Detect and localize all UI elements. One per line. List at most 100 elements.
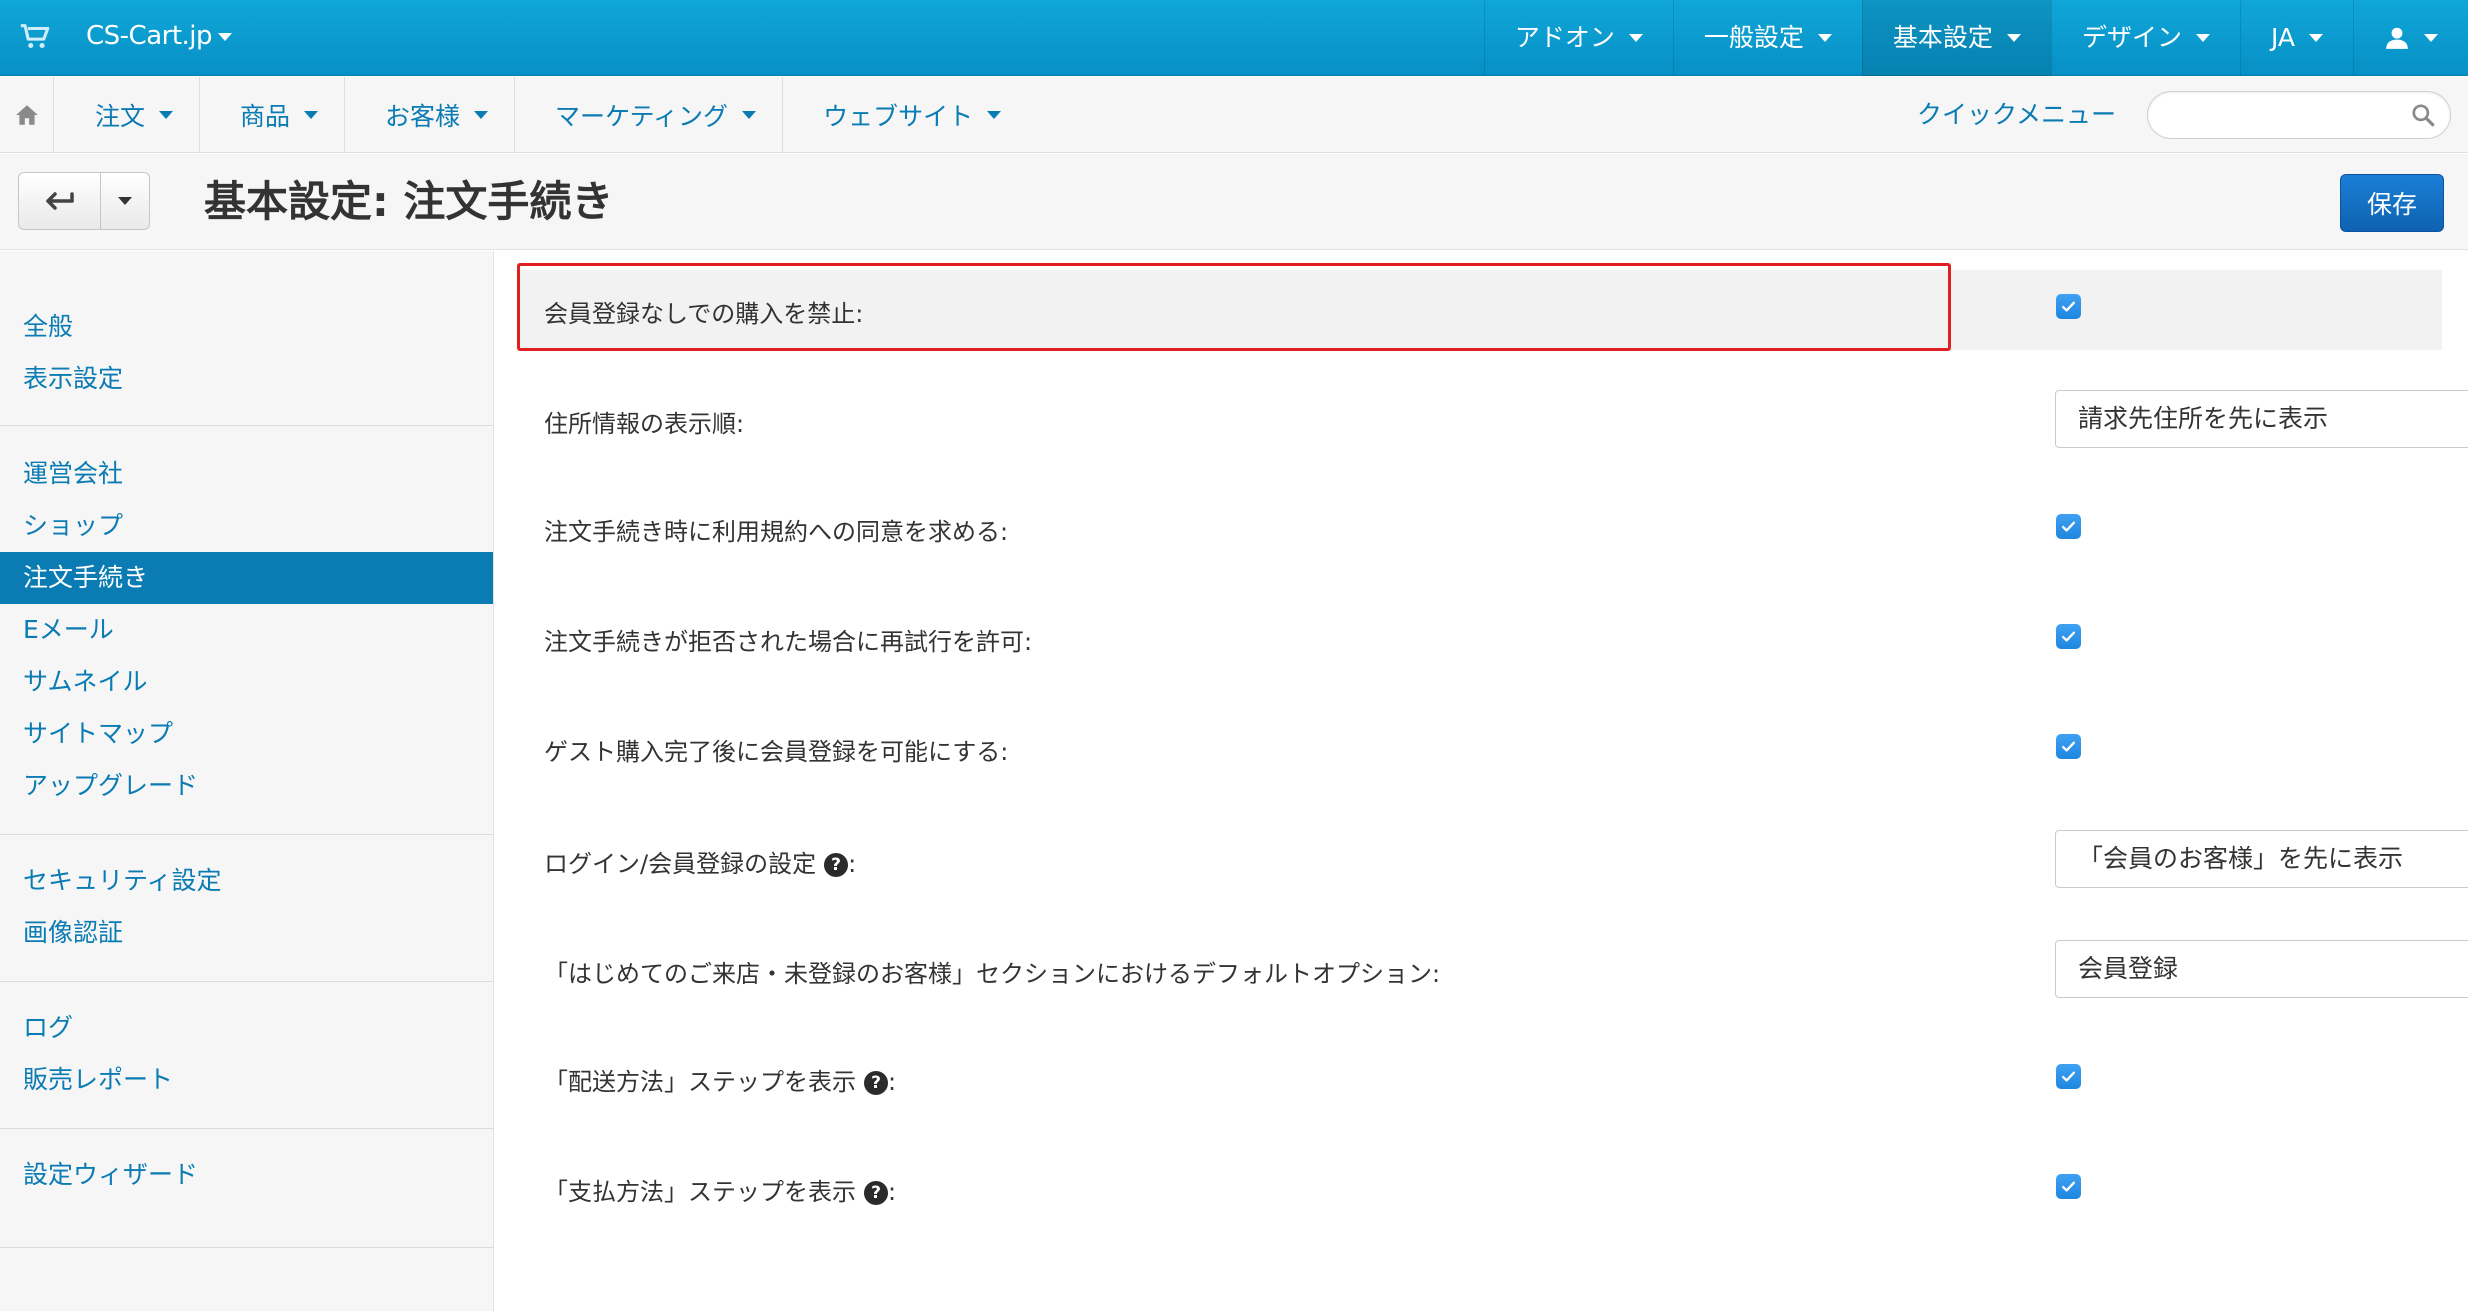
sidebar-item-security[interactable]: セキュリティ設定 bbox=[0, 855, 493, 907]
help-icon[interactable]: ? bbox=[824, 853, 849, 877]
setting-checkbox[interactable] bbox=[2056, 514, 2081, 539]
chevron-down-icon bbox=[987, 111, 1002, 119]
main-nav: 注文 商品 お客様 マーケティング ウェブサイト クイックメニュー bbox=[0, 77, 2468, 153]
sidebar-item-sitemap[interactable]: サイトマップ bbox=[0, 708, 493, 760]
setting-checkbox[interactable] bbox=[2056, 294, 2081, 319]
sidebar-group: 全般 表示設定 bbox=[0, 251, 493, 426]
cart-icon[interactable] bbox=[18, 20, 52, 54]
setting-row: 注文手続き時に利用規約への同意を求める: bbox=[520, 500, 2442, 560]
top-menu-user[interactable] bbox=[2353, 0, 2468, 76]
setting-checkbox[interactable] bbox=[2056, 624, 2081, 649]
setting-label: 住所情報の表示順: bbox=[544, 410, 745, 438]
chevron-down-icon bbox=[2006, 34, 2021, 42]
sidebar-item-stores[interactable]: ショップ bbox=[0, 500, 493, 552]
nav-website[interactable]: ウェブサイト bbox=[783, 77, 1027, 153]
setting-row: 会員登録なしでの購入を禁止: bbox=[520, 270, 2442, 350]
checkmark-icon bbox=[2062, 521, 2075, 532]
setting-row: 「はじめてのご来店・未登録のお客様」セクションにおけるデフォルトオプション: 会… bbox=[520, 928, 2468, 1012]
setting-row: 「配送方法」ステップを表示?: bbox=[520, 1050, 2442, 1110]
title-bar: 基本設定: 注文手続き 保存 bbox=[0, 154, 2468, 250]
nav-orders[interactable]: 注文 bbox=[55, 77, 201, 153]
sidebar: 全般 表示設定 運営会社 ショップ 注文手続き Eメール サムネイル サイトマッ… bbox=[0, 251, 494, 1311]
chevron-down-icon bbox=[742, 111, 757, 119]
setting-checkbox[interactable] bbox=[2056, 1064, 2081, 1089]
sidebar-group: ログ 販売レポート bbox=[0, 982, 493, 1129]
setting-label: 「はじめてのご来店・未登録のお客様」セクションにおけるデフォルトオプション: bbox=[544, 960, 1441, 988]
store-selector[interactable]: CS-Cart.jp bbox=[86, 0, 233, 76]
setting-row: 住所情報の表示順: 請求先住所を先に表示 bbox=[520, 378, 2468, 462]
sidebar-item-appearance[interactable]: 表示設定 bbox=[0, 353, 493, 405]
top-menu-settings[interactable]: 基本設定 bbox=[1861, 0, 2051, 76]
setting-select[interactable]: 会員登録 bbox=[2055, 940, 2468, 998]
chevron-down-icon bbox=[2309, 34, 2323, 42]
sidebar-item-company[interactable]: 運営会社 bbox=[0, 448, 493, 500]
sidebar-item-general[interactable]: 全般 bbox=[0, 301, 493, 353]
back-button-group bbox=[18, 172, 150, 230]
chevron-down-icon bbox=[2195, 34, 2210, 42]
quick-menu-link[interactable]: クイックメニュー bbox=[1917, 77, 2116, 153]
help-icon[interactable]: ? bbox=[864, 1181, 888, 1205]
sidebar-group: セキュリティ設定 画像認証 bbox=[0, 835, 493, 982]
setting-row: ゲスト購入完了後に会員登録を可能にする: bbox=[520, 720, 2442, 780]
setting-label-with-help: 「支払方法」ステップを表示?: bbox=[544, 1178, 897, 1206]
setting-select[interactable]: 「会員のお客様」を先に表示 bbox=[2055, 830, 2468, 888]
top-bar: CS-Cart.jp アドオン 一般設定 基本設定 デザイン JA bbox=[0, 0, 2468, 76]
user-icon bbox=[2386, 27, 2408, 49]
setting-label: 会員登録なしでの購入を禁止: bbox=[544, 300, 864, 328]
sidebar-item-upgrade[interactable]: アップグレード bbox=[0, 760, 493, 812]
setting-checkbox[interactable] bbox=[2056, 1174, 2081, 1199]
chevron-down-icon bbox=[1817, 34, 1832, 42]
setting-row: 注文手続きが拒否された場合に再試行を許可: bbox=[520, 610, 2442, 670]
chevron-down-icon bbox=[159, 111, 174, 119]
home-button[interactable] bbox=[0, 77, 54, 153]
setting-label-with-help: 「配送方法」ステップを表示?: bbox=[544, 1068, 897, 1096]
back-arrow-icon bbox=[45, 192, 74, 210]
sidebar-item-settings-wizard[interactable]: 設定ウィザード bbox=[0, 1149, 493, 1201]
help-icon[interactable]: ? bbox=[864, 1071, 888, 1095]
chevron-down-icon bbox=[474, 111, 489, 119]
search-input[interactable] bbox=[2147, 91, 2451, 139]
setting-row: 「支払方法」ステップを表示?: bbox=[520, 1160, 2442, 1220]
top-menu-design[interactable]: デザイン bbox=[2050, 0, 2240, 76]
top-menu-addons[interactable]: アドオン bbox=[1483, 0, 1673, 76]
setting-label-with-help: ログイン/会員登録の設定?: bbox=[544, 850, 857, 878]
sidebar-item-thumbnails[interactable]: サムネイル bbox=[0, 656, 493, 708]
chevron-down-icon bbox=[2424, 34, 2438, 42]
nav-products[interactable]: 商品 bbox=[200, 77, 346, 153]
setting-label: 注文手続きが拒否された場合に再試行を許可: bbox=[544, 628, 1033, 656]
checkmark-icon bbox=[2062, 631, 2075, 642]
top-menu-general-settings[interactable]: 一般設定 bbox=[1672, 0, 1862, 76]
home-icon bbox=[15, 105, 38, 125]
sidebar-item-emails[interactable]: Eメール bbox=[0, 604, 493, 656]
sidebar-group: 運営会社 ショップ 注文手続き Eメール サムネイル サイトマップ アップグレー… bbox=[0, 426, 493, 835]
chevron-down-icon bbox=[1628, 34, 1643, 42]
nav-marketing[interactable]: マーケティング bbox=[515, 77, 784, 153]
sidebar-item-sales-reports[interactable]: 販売レポート bbox=[0, 1054, 493, 1106]
search-icon[interactable] bbox=[2410, 102, 2436, 128]
setting-label: ゲスト購入完了後に会員登録を可能にする: bbox=[544, 738, 1009, 766]
chevron-down-icon bbox=[304, 111, 319, 119]
checkmark-icon bbox=[2062, 1071, 2075, 1082]
nav-customers[interactable]: お客様 bbox=[345, 77, 516, 153]
save-button[interactable]: 保存 bbox=[2340, 174, 2444, 232]
history-dropdown-button[interactable] bbox=[101, 173, 149, 229]
sidebar-group: 設定ウィザード bbox=[0, 1129, 493, 1248]
setting-checkbox[interactable] bbox=[2056, 734, 2081, 759]
checkmark-icon bbox=[2062, 741, 2075, 752]
chevron-down-icon bbox=[218, 32, 233, 41]
checkmark-icon bbox=[2062, 301, 2075, 312]
page-title: 基本設定: 注文手続き bbox=[204, 177, 614, 226]
checkmark-icon bbox=[2062, 1181, 2075, 1192]
setting-row: ログイン/会員登録の設定?: 「会員のお客様」を先に表示 bbox=[520, 818, 2468, 902]
back-button[interactable] bbox=[19, 173, 101, 229]
chevron-down-icon bbox=[118, 197, 132, 205]
top-menu-language[interactable]: JA bbox=[2239, 0, 2353, 76]
sidebar-item-logs[interactable]: ログ bbox=[0, 1002, 493, 1054]
top-menu: アドオン 一般設定 基本設定 デザイン JA bbox=[1483, 0, 2468, 76]
main-nav-menu: 注文 商品 お客様 マーケティング ウェブサイト bbox=[55, 77, 1027, 153]
sidebar-item-captcha[interactable]: 画像認証 bbox=[0, 907, 493, 959]
store-name: CS-Cart.jp bbox=[86, 21, 213, 51]
setting-label: 注文手続き時に利用規約への同意を求める: bbox=[544, 518, 1009, 546]
sidebar-item-checkout[interactable]: 注文手続き bbox=[0, 552, 493, 604]
setting-select[interactable]: 請求先住所を先に表示 bbox=[2055, 390, 2468, 448]
